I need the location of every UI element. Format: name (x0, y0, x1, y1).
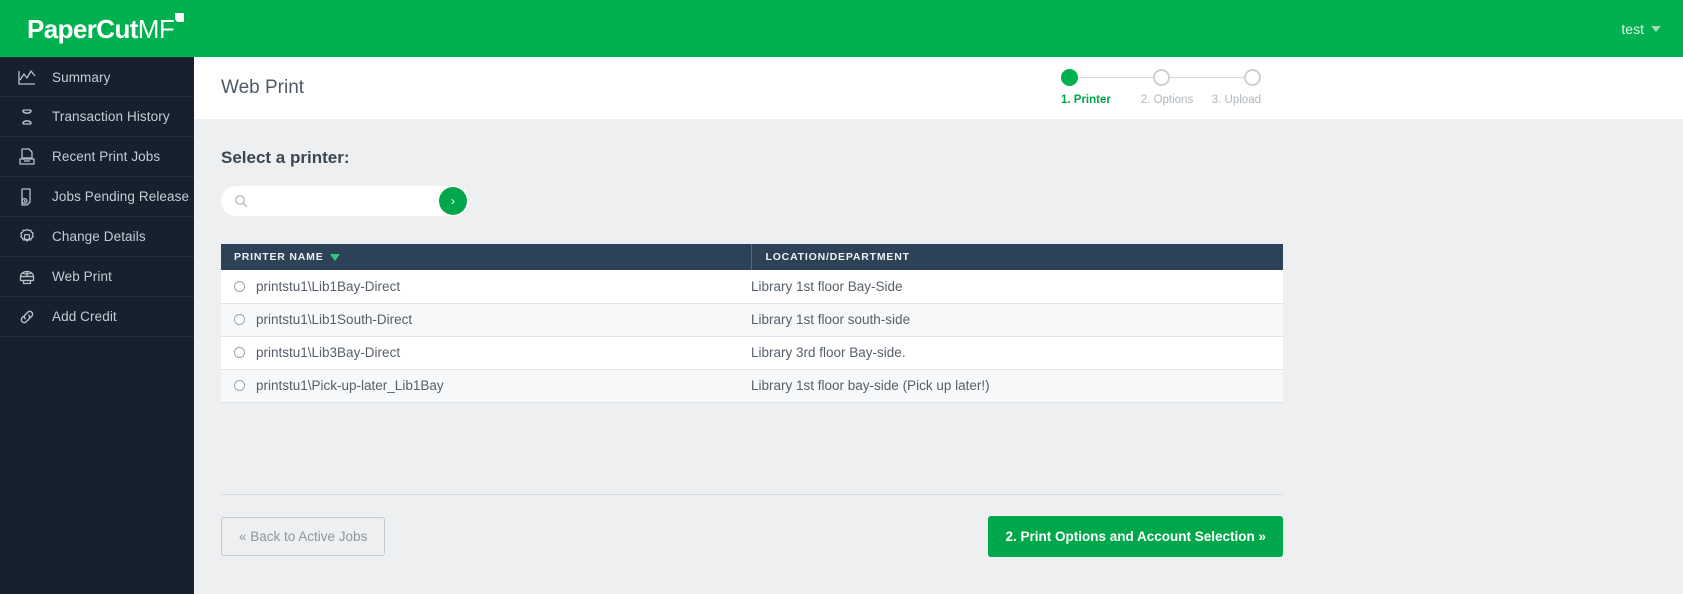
printer-name-cell: printstu1\Lib1South-Direct (221, 303, 751, 336)
page-title: Web Print (194, 77, 304, 99)
step-dot-upload[interactable] (1244, 69, 1261, 86)
print-options-next-button[interactable]: 2. Print Options and Account Selection » (988, 516, 1283, 557)
table-row[interactable]: printstu1\Pick-up-later_Lib1Bay Library … (221, 369, 1283, 402)
printer-name-cell: printstu1\Pick-up-later_Lib1Bay (221, 369, 751, 402)
gear-icon (16, 226, 38, 248)
table-header-row: PRINTER NAME LOCATION/DEPARTMENT (221, 244, 1283, 270)
back-to-active-jobs-button[interactable]: « Back to Active Jobs (221, 517, 385, 556)
wizard-stepper: 1. Printer 2. Options 3. Upload (1061, 65, 1261, 106)
section-title: Select a printer: (221, 148, 1683, 168)
top-header-bar: PaperCutMF test (0, 0, 1683, 57)
column-header-label: PRINTER NAME (234, 251, 324, 263)
printer-name-label: printstu1\Lib1South-Direct (256, 312, 412, 327)
search-row: › (221, 186, 1683, 216)
sidebar-item-label: Add Credit (52, 309, 117, 324)
printer-radio-button[interactable] (234, 281, 245, 292)
web-print-page: PaperCutMF test Summary Transacti (0, 0, 1683, 594)
step-connector (1170, 77, 1245, 78)
sidebar-item-jobs-pending-release[interactable]: Jobs Pending Release (0, 177, 194, 217)
sidebar-item-summary[interactable]: Summary (0, 57, 194, 97)
chart-line-icon (16, 66, 38, 88)
printer-search-box: › (221, 186, 469, 216)
search-icon (234, 194, 248, 208)
printer-table: PRINTER NAME LOCATION/DEPARTMENT printst… (221, 244, 1283, 403)
papercut-logo[interactable]: PaperCutMF (0, 16, 183, 42)
printer-radio-button[interactable] (234, 314, 245, 325)
user-menu-label: test (1621, 21, 1644, 37)
logo-text-light: MF (138, 14, 174, 44)
logo-square-mark (175, 13, 184, 22)
sidebar-item-label: Change Details (52, 229, 146, 244)
sidebar-item-label: Recent Print Jobs (52, 149, 160, 164)
printer-location-cell: Library 1st floor bay-side (Pick up late… (751, 369, 1283, 402)
logo-text-bold: PaperCut (27, 14, 138, 44)
sidebar-item-label: Web Print (52, 269, 112, 284)
printer-location-cell: Library 3rd floor Bay-side. (751, 336, 1283, 369)
page-header: Web Print 1. Printer 2. Options 3. Uploa… (194, 57, 1683, 119)
sidebar-item-recent-print-jobs[interactable]: Recent Print Jobs (0, 137, 194, 177)
table-row[interactable]: printstu1\Lib1Bay-Direct Library 1st flo… (221, 270, 1283, 303)
printer-name-label: printstu1\Lib3Bay-Direct (256, 345, 400, 360)
printer-tray-icon (16, 146, 38, 168)
sidebar-nav: Summary Transaction History Recent Print… (0, 57, 194, 594)
step-label-printer: 1. Printer (1061, 94, 1131, 106)
table-row[interactable]: printstu1\Lib3Bay-Direct Library 3rd flo… (221, 336, 1283, 369)
step-label-upload: 3. Upload (1203, 94, 1261, 106)
sidebar-item-add-credit[interactable]: Add Credit (0, 297, 194, 337)
sidebar-item-web-print[interactable]: Web Print (0, 257, 194, 297)
printer-name-cell: printstu1\Lib3Bay-Direct (221, 336, 751, 369)
printer-radio-button[interactable] (234, 380, 245, 391)
printer-selection-area: Select a printer: › (194, 148, 1683, 557)
arrow-right-icon: › (451, 194, 455, 208)
printer-name-label: printstu1\Lib1Bay-Direct (256, 279, 400, 294)
column-header-location[interactable]: LOCATION/DEPARTMENT (751, 244, 1283, 270)
sidebar-item-label: Summary (52, 70, 110, 85)
search-submit-button[interactable]: › (439, 187, 467, 215)
step-dot-options[interactable] (1153, 69, 1170, 86)
search-input[interactable] (248, 188, 468, 214)
step-connector (1078, 77, 1153, 78)
link-chain-icon (16, 306, 38, 328)
web-printer-icon (16, 266, 38, 288)
chevron-down-icon (1651, 26, 1661, 32)
printer-location-cell: Library 1st floor south-side (751, 303, 1283, 336)
user-menu[interactable]: test (1621, 21, 1683, 37)
sort-descending-icon (330, 254, 340, 261)
column-header-printer-name[interactable]: PRINTER NAME (221, 244, 751, 270)
printer-location-cell: Library 1st floor Bay-Side (751, 270, 1283, 303)
printer-radio-button[interactable] (234, 347, 245, 358)
printer-table-body: printstu1\Lib1Bay-Direct Library 1st flo… (221, 270, 1283, 402)
sidebar-item-transaction-history[interactable]: Transaction History (0, 97, 194, 137)
step-label-options: 2. Options (1131, 94, 1203, 106)
document-clock-icon (16, 186, 38, 208)
printer-name-cell: printstu1\Lib1Bay-Direct (221, 270, 751, 303)
table-row[interactable]: printstu1\Lib1South-Direct Library 1st f… (221, 303, 1283, 336)
sidebar-item-change-details[interactable]: Change Details (0, 217, 194, 257)
sidebar-item-label: Jobs Pending Release (52, 189, 189, 204)
hourglass-icon (16, 106, 38, 128)
printer-table-head: PRINTER NAME LOCATION/DEPARTMENT (221, 244, 1283, 270)
main-content: Web Print 1. Printer 2. Options 3. Uploa… (194, 57, 1683, 594)
sidebar-item-label: Transaction History (52, 109, 170, 124)
step-dot-printer[interactable] (1061, 69, 1078, 86)
footer-actions: « Back to Active Jobs 2. Print Options a… (221, 516, 1283, 557)
footer-divider (221, 494, 1283, 495)
printer-name-label: printstu1\Pick-up-later_Lib1Bay (256, 378, 444, 393)
column-header-label: LOCATION/DEPARTMENT (766, 251, 910, 263)
